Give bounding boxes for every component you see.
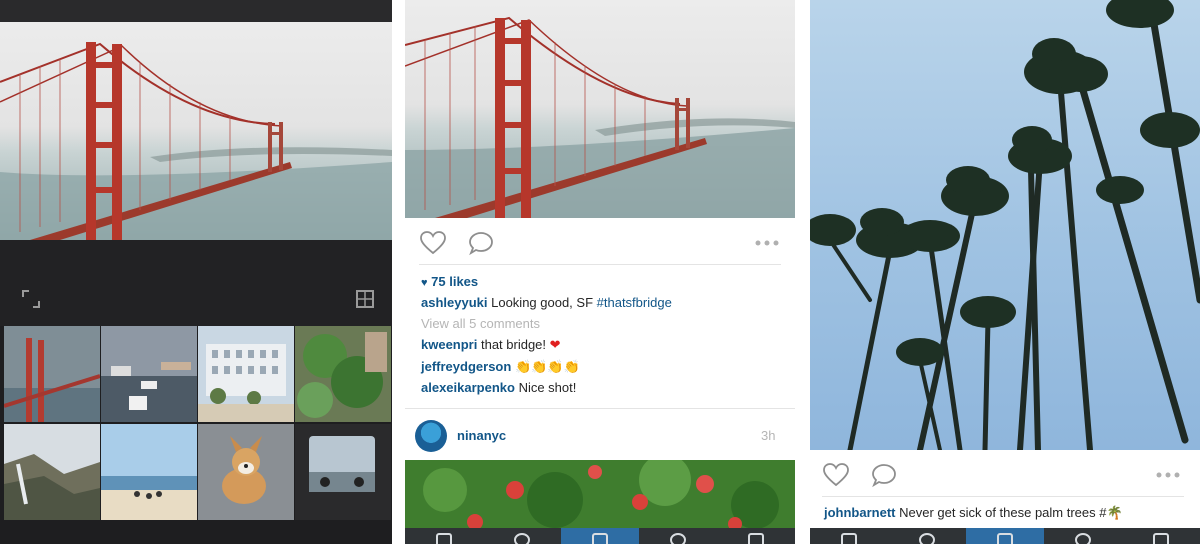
post-caption: johnbarnett Never get sick of these palm… [824, 505, 1123, 521]
divider [822, 496, 1184, 497]
post-photo[interactable] [810, 0, 1200, 450]
tab-search[interactable] [483, 528, 561, 544]
palms-screen: johnbarnett Never get sick of these palm… [810, 0, 1200, 544]
gallery-thumb[interactable] [198, 326, 294, 422]
caption-text: Never get sick of these palm trees # [895, 505, 1107, 520]
search-icon [514, 533, 530, 544]
caption-username[interactable]: johnbarnett [824, 505, 896, 520]
camera-icon [592, 533, 608, 544]
comment-icon[interactable] [870, 462, 898, 488]
likes-count[interactable]: ♥ 75 likes [421, 274, 478, 289]
comment-text: Nice shot! [514, 380, 577, 395]
heart-icon[interactable] [822, 462, 850, 488]
gallery-thumb[interactable] [295, 424, 391, 520]
post-photo[interactable] [405, 0, 795, 218]
tab-activity[interactable] [639, 528, 717, 544]
expand-icon[interactable] [20, 288, 42, 310]
divider [419, 264, 781, 265]
post-actions [810, 454, 1200, 494]
likes-label: 75 likes [431, 274, 479, 289]
tab-home[interactable] [405, 528, 483, 544]
small-heart-icon: ♥ [421, 277, 428, 289]
caption-emoji: 🌴 [1106, 505, 1123, 520]
controls-area [0, 240, 392, 326]
tab-profile[interactable] [717, 528, 795, 544]
divider [405, 408, 795, 409]
caption-username[interactable]: ashleyyuki [421, 295, 488, 310]
tab-search[interactable] [888, 528, 966, 544]
tab-activity[interactable] [1044, 528, 1122, 544]
tab-camera[interactable] [966, 528, 1044, 544]
caption-text: Looking good, SF [487, 295, 597, 310]
gallery-thumb[interactable] [101, 424, 197, 520]
post-time: 3h [761, 428, 776, 443]
feed-screen: ♥ 75 likes ashleyyuki Looking good, SF #… [405, 0, 795, 544]
comment: alexeikarpenko Nice shot! [421, 380, 576, 395]
tab-bar [810, 528, 1200, 544]
view-all-comments-link[interactable]: View all 5 comments [421, 316, 540, 331]
tab-home[interactable] [810, 528, 888, 544]
comment-username[interactable]: jeffreydgerson [421, 359, 511, 374]
comment: kweenpri that bridge! ❤ [421, 337, 561, 353]
more-options-icon[interactable] [753, 230, 781, 256]
home-icon [841, 533, 857, 544]
tab-bar [405, 528, 795, 544]
comment-username[interactable]: kweenpri [421, 337, 477, 352]
comment-icon[interactable] [467, 230, 495, 256]
layout-icon[interactable] [354, 288, 376, 310]
preview-photo[interactable] [0, 22, 392, 240]
camera-icon [997, 533, 1013, 544]
profile-icon [748, 533, 764, 544]
post-caption: ashleyyuki Looking good, SF #thatsfbridg… [421, 295, 672, 310]
comment-emoji: ❤ [549, 337, 561, 352]
tab-camera[interactable] [561, 528, 639, 544]
more-options-icon[interactable] [1154, 462, 1182, 488]
profile-icon [1153, 533, 1169, 544]
comment-text: that bridge! [477, 337, 550, 352]
gallery-thumb[interactable] [4, 326, 100, 422]
activity-icon [1075, 533, 1091, 544]
home-icon [436, 533, 452, 544]
post-photo[interactable] [405, 460, 795, 530]
comment-username[interactable]: alexeikarpenko [421, 380, 515, 395]
gallery-thumb[interactable] [295, 326, 391, 422]
gallery-thumb[interactable] [198, 424, 294, 520]
caption-hashtag[interactable]: #thatsfbridge [597, 295, 672, 310]
tab-profile[interactable] [1122, 528, 1200, 544]
post-actions [405, 222, 795, 262]
comment: jeffreydgerson 👏👏👏👏 [421, 359, 580, 375]
gallery-thumb[interactable] [101, 326, 197, 422]
activity-icon [670, 533, 686, 544]
comment-emoji: 👏👏👏👏 [514, 359, 580, 374]
search-icon [919, 533, 935, 544]
post-username[interactable]: ninanyc [457, 428, 506, 443]
photo-grid [0, 326, 392, 544]
avatar[interactable] [415, 420, 447, 452]
gallery-thumb[interactable] [4, 424, 100, 520]
heart-icon[interactable] [419, 230, 447, 256]
gallery-screen [0, 0, 392, 544]
top-bar [0, 0, 392, 22]
